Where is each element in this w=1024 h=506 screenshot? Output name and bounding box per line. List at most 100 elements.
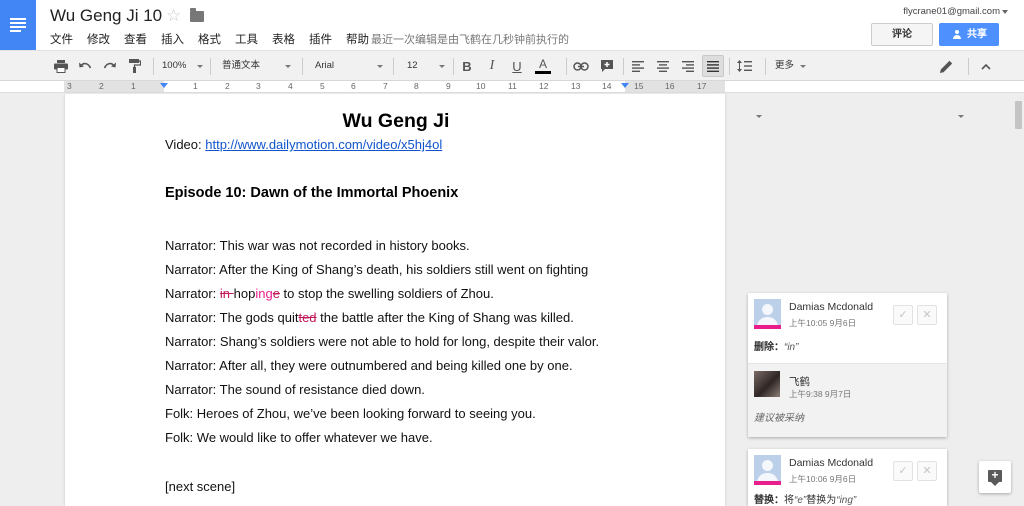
suggested-deletion[interactable]: ted: [298, 310, 316, 325]
script-line: Narrator: After the King of Shang’s deat…: [165, 262, 589, 277]
document-page[interactable]: Wu Geng Ji Video: http://www.dailymotion…: [64, 94, 726, 506]
menu-view[interactable]: 查看: [124, 31, 147, 47]
bold-icon[interactable]: B: [457, 55, 477, 77]
menu-insert[interactable]: 插入: [161, 31, 184, 47]
avatar: [754, 299, 781, 329]
accept-suggestion-icon[interactable]: ✓: [893, 461, 913, 481]
ruler-number: 16: [665, 81, 675, 91]
suggested-insertion[interactable]: ing: [255, 286, 272, 301]
paint-format-icon[interactable]: [124, 55, 146, 77]
font-size-select[interactable]: 12: [407, 55, 447, 77]
menu-tools[interactable]: 工具: [235, 31, 258, 47]
ruler-number: 3: [67, 81, 72, 91]
chevron-down-icon[interactable]: [756, 115, 762, 118]
script-line-with-suggestion: Narrator: in hopinge to stop the swellin…: [165, 286, 494, 301]
script-line: Narrator: Shang’s soldiers were not able…: [165, 334, 600, 349]
suggestion-entry: Damias Mcdonald 上午10:06 9月6日 ✓ ✕ 替换：将“e”…: [748, 449, 947, 506]
left-indent-marker[interactable]: [160, 83, 168, 88]
comments-button[interactable]: 评论: [871, 23, 933, 46]
suggested-deletion[interactable]: in: [220, 286, 234, 301]
chevron-down-icon: [285, 65, 291, 68]
chevron-down-icon[interactable]: [958, 115, 964, 118]
right-indent-marker[interactable]: [621, 83, 629, 88]
suggestion-text: 删除：“in”: [754, 338, 798, 353]
person-icon: [953, 30, 961, 39]
accept-suggestion-icon[interactable]: ✓: [893, 305, 913, 325]
redo-icon[interactable]: [99, 55, 121, 77]
text-run: to stop the swelling soldiers of Zhou.: [279, 286, 494, 301]
ruler-number: 17: [697, 81, 707, 91]
video-link[interactable]: http://www.dailymotion.com/video/x5hj4ol: [205, 137, 442, 152]
font-size-value: 12: [407, 60, 418, 71]
ruler-number: 2: [99, 81, 104, 91]
font-select[interactable]: Arial: [315, 55, 385, 77]
menu-help[interactable]: 帮助: [346, 31, 369, 47]
reject-suggestion-icon[interactable]: ✕: [917, 461, 937, 481]
suggestion-card[interactable]: Damias Mcdonald 上午10:06 9月6日 ✓ ✕ 替换：将“e”…: [748, 449, 947, 506]
account-caret-icon[interactable]: [1002, 10, 1008, 14]
align-left-icon[interactable]: [627, 55, 649, 77]
ruler-number: 7: [383, 81, 388, 91]
last-edit-status[interactable]: 最近一次编辑是由飞鹤在几秒钟前执行的: [371, 31, 569, 47]
folder-icon[interactable]: [190, 8, 204, 22]
text-run: 将: [784, 495, 794, 506]
menu-format[interactable]: 格式: [198, 31, 221, 47]
share-label: 共享: [967, 29, 987, 40]
ruler-number: 3: [256, 81, 261, 91]
script-line: Folk: We would like to offer whatever we…: [165, 430, 433, 445]
video-line: Video: http://www.dailymotion.com/video/…: [165, 137, 442, 152]
menu-addons[interactable]: 插件: [309, 31, 332, 47]
ruler-number: 1: [131, 81, 136, 91]
menu-edit[interactable]: 修改: [87, 31, 110, 47]
menu-file[interactable]: 文件: [50, 31, 73, 47]
suggestion-action: 删除：: [754, 342, 784, 353]
zoom-value: 100%: [162, 60, 187, 71]
more-button[interactable]: 更多: [775, 55, 809, 77]
ruler-number: 12: [539, 81, 549, 91]
reply-time: 上午9:38 9月7日: [789, 389, 852, 399]
suggestion-detail: “in”: [784, 342, 799, 353]
avatar: [754, 371, 780, 397]
suggestion-card[interactable]: Damias Mcdonald 上午10:05 9月6日 ✓ ✕ 删除：“in”…: [748, 293, 947, 437]
reply-entry: 飞鹤 上午9:38 9月7日 建议被采纳: [748, 363, 947, 437]
suggestion-action: 替换：: [754, 495, 784, 506]
text-color-icon[interactable]: A: [531, 55, 555, 77]
align-justify-icon[interactable]: [702, 55, 724, 77]
print-icon[interactable]: [50, 55, 72, 77]
ruler-number: 10: [476, 81, 486, 91]
paragraph-style-select[interactable]: 普通文本: [222, 55, 292, 77]
link-icon[interactable]: [570, 55, 592, 77]
collapse-icon[interactable]: [976, 55, 996, 77]
star-icon[interactable]: ☆: [166, 6, 181, 26]
align-center-icon[interactable]: [652, 55, 674, 77]
italic-icon[interactable]: I: [482, 55, 502, 77]
zoom-select[interactable]: 100%: [162, 55, 203, 77]
script-line: Narrator: After all, they were outnumber…: [165, 358, 573, 373]
ruler-number: 8: [414, 81, 419, 91]
reject-suggestion-icon[interactable]: ✕: [917, 305, 937, 325]
video-label: Video:: [165, 137, 206, 152]
comment-time: 上午10:05 9月6日: [789, 318, 857, 328]
suggestion-detail: “e”: [794, 495, 807, 506]
insert-comment-icon[interactable]: [596, 55, 618, 77]
chevron-down-icon: [377, 65, 383, 68]
add-comment-button[interactable]: +: [979, 461, 1011, 493]
scrollbar-thumb[interactable]: [1015, 101, 1022, 129]
chevron-down-icon: [439, 65, 445, 68]
ruler-number: 14: [602, 81, 612, 91]
suggestion-entry: Damias Mcdonald 上午10:05 9月6日 ✓ ✕ 删除：“in”: [748, 293, 947, 363]
avatar: [754, 455, 781, 485]
suggested-deletion[interactable]: e: [273, 286, 280, 301]
undo-icon[interactable]: [74, 55, 96, 77]
ruler[interactable]: 3 2 1 1 2 3 4 5 6 7 8 9 10 11 12 13 14 1…: [0, 81, 1024, 93]
share-button[interactable]: 共享: [939, 23, 999, 46]
align-right-icon[interactable]: [677, 55, 699, 77]
document-title[interactable]: Wu Geng Ji 10: [50, 6, 162, 26]
menu-table[interactable]: 表格: [272, 31, 295, 47]
underline-icon[interactable]: U: [507, 55, 527, 77]
account-email[interactable]: flycrane01@gmail.com: [903, 6, 1000, 17]
line-spacing-icon[interactable]: [733, 55, 755, 77]
docs-home-icon[interactable]: [0, 0, 36, 50]
pencil-icon[interactable]: [936, 55, 956, 77]
style-value: 普通文本: [222, 60, 261, 71]
